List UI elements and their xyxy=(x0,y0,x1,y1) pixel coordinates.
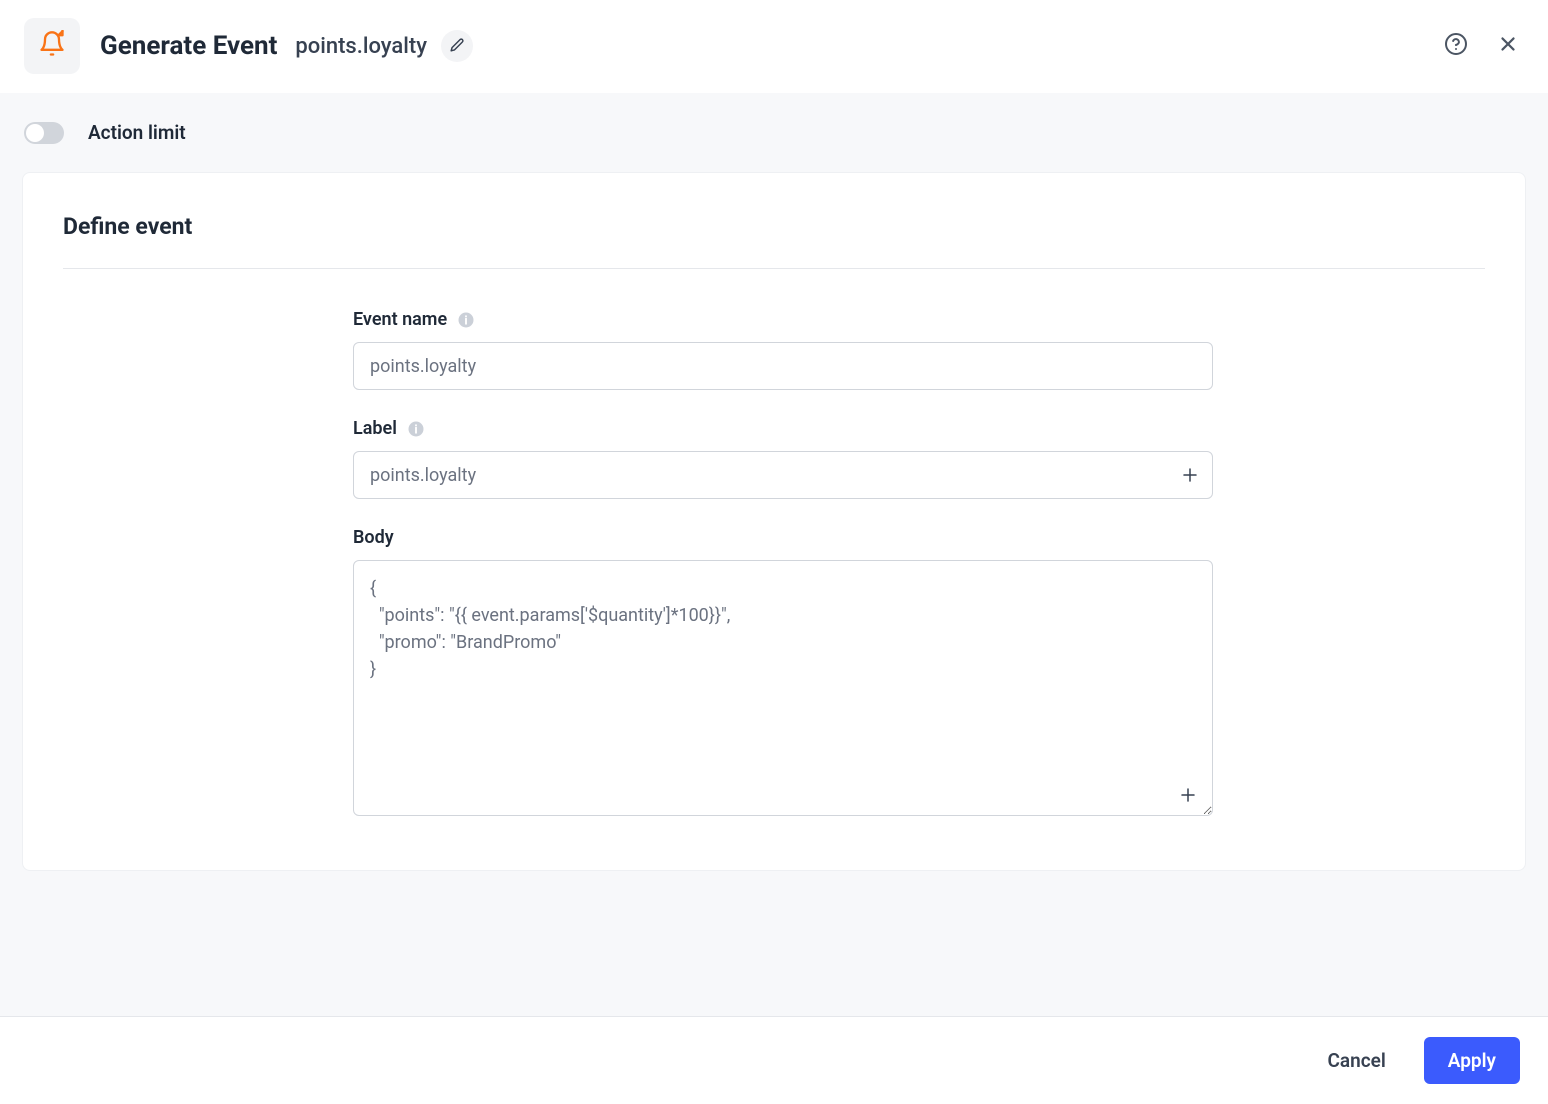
event-name-input[interactable] xyxy=(353,342,1213,390)
body-field: Body xyxy=(353,527,1213,820)
event-icon-box xyxy=(24,18,80,74)
add-body-button[interactable] xyxy=(1179,786,1197,804)
action-limit-toggle[interactable] xyxy=(24,122,64,144)
info-icon[interactable] xyxy=(407,420,425,438)
edit-title-button[interactable] xyxy=(441,30,473,62)
body-textarea[interactable] xyxy=(353,560,1213,816)
bell-arrow-icon xyxy=(38,30,66,62)
pencil-icon xyxy=(450,37,464,56)
body-label: Body xyxy=(353,527,394,548)
close-button[interactable] xyxy=(1492,30,1524,62)
content-area: Action limit Define event Event name xyxy=(0,93,1548,1019)
close-icon xyxy=(1497,33,1519,59)
define-event-card: Define event Event name xyxy=(22,172,1526,871)
label-input[interactable] xyxy=(353,451,1213,499)
help-icon xyxy=(1444,32,1468,60)
page-subtitle: points.loyalty xyxy=(295,34,427,59)
action-limit-label: Action limit xyxy=(88,121,186,144)
footer-bar: Cancel Apply xyxy=(0,1016,1548,1104)
card-title: Define event xyxy=(63,213,1485,269)
toggle-knob xyxy=(26,124,44,142)
help-button[interactable] xyxy=(1440,30,1472,62)
apply-button[interactable]: Apply xyxy=(1424,1037,1520,1084)
add-label-button[interactable] xyxy=(1181,466,1199,484)
event-name-label: Event name xyxy=(353,309,447,330)
action-limit-row: Action limit xyxy=(0,93,1548,172)
label-field: Label xyxy=(353,418,1213,499)
info-icon[interactable] xyxy=(457,311,475,329)
page-title: Generate Event xyxy=(100,31,277,61)
cancel-button[interactable]: Cancel xyxy=(1303,1037,1409,1084)
page-header: Generate Event points.loyalty xyxy=(0,0,1548,93)
label-field-label: Label xyxy=(353,418,397,439)
event-form: Event name Label xyxy=(353,309,1213,820)
event-name-field: Event name xyxy=(353,309,1213,390)
